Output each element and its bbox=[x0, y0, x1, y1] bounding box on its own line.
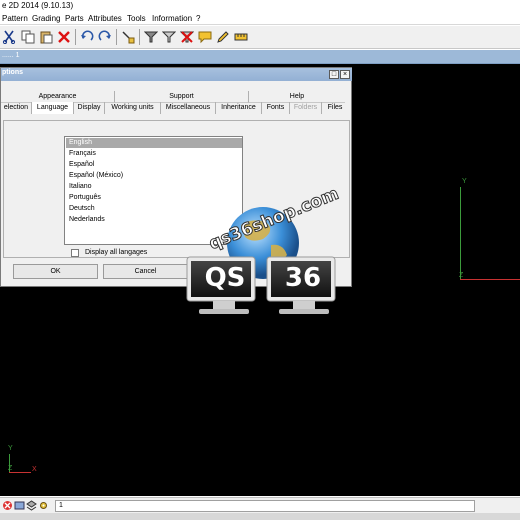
language-option[interactable]: Français bbox=[66, 149, 242, 159]
toolbar bbox=[0, 26, 520, 49]
language-option[interactable]: Español bbox=[66, 160, 242, 170]
tab-miscellaneous[interactable]: Miscellaneous bbox=[161, 102, 216, 114]
window-title-bar: e 2D 2014 (9.10.13) bbox=[0, 0, 520, 12]
tab-files[interactable]: Files bbox=[322, 102, 348, 114]
redo-icon[interactable] bbox=[96, 28, 114, 46]
right-y-axis bbox=[460, 187, 461, 280]
undo-icon[interactable] bbox=[78, 28, 96, 46]
tab-fonts[interactable]: Fonts bbox=[262, 102, 290, 114]
left-x-axis bbox=[9, 472, 31, 473]
menu-parts[interactable]: Parts bbox=[65, 14, 84, 23]
menu-help[interactable]: ? bbox=[196, 14, 200, 23]
right-z-label: Z bbox=[459, 272, 464, 279]
display-all-languages-label: Display all langages bbox=[85, 249, 148, 256]
maximize-button[interactable]: □ bbox=[329, 70, 339, 79]
right-x-axis bbox=[460, 279, 520, 280]
status-settings-icon[interactable] bbox=[38, 500, 49, 511]
cut-icon[interactable] bbox=[0, 28, 18, 46]
tab-selection[interactable]: election bbox=[1, 102, 32, 114]
window-title: e 2D 2014 (9.10.13) bbox=[2, 1, 74, 10]
tab-language[interactable]: Language bbox=[32, 102, 74, 114]
status-tool-icon[interactable] bbox=[14, 500, 25, 511]
left-y-label: Y bbox=[8, 445, 13, 452]
menu-pattern[interactable]: Pattern bbox=[2, 14, 28, 23]
menu-bar: Pattern Grading Parts Attributes Tools I… bbox=[0, 12, 520, 25]
display-all-languages-checkbox[interactable] bbox=[71, 249, 79, 257]
menu-attributes[interactable]: Attributes bbox=[88, 14, 122, 23]
close-button[interactable]: × bbox=[340, 70, 350, 79]
filter-clear-icon[interactable] bbox=[178, 28, 196, 46]
measure-icon[interactable] bbox=[232, 28, 250, 46]
status-value: 1 bbox=[59, 502, 63, 509]
filter-icon[interactable] bbox=[142, 28, 160, 46]
edit-icon[interactable] bbox=[214, 28, 232, 46]
document-tab[interactable]: ...... 1 bbox=[0, 50, 520, 64]
ok-button[interactable]: OK bbox=[13, 264, 98, 279]
options-dialog-titlebar: ptions □ × bbox=[1, 68, 352, 81]
delete-icon[interactable] bbox=[55, 28, 73, 46]
left-z-label: Z bbox=[8, 465, 13, 472]
tab-display[interactable]: Display bbox=[74, 102, 105, 114]
cancel-button[interactable]: Cancel bbox=[103, 264, 188, 279]
status-layers-icon[interactable] bbox=[26, 500, 37, 511]
paste-icon[interactable] bbox=[37, 28, 55, 46]
status-bar: 1 bbox=[0, 497, 520, 513]
status-value-field: 1 bbox=[55, 500, 475, 512]
left-x-label: X bbox=[32, 466, 37, 473]
right-y-label: Y bbox=[462, 178, 467, 185]
language-option[interactable]: Español (México) bbox=[66, 171, 242, 181]
menu-tools[interactable]: Tools bbox=[127, 14, 146, 23]
status-error-icon[interactable] bbox=[2, 500, 13, 511]
filter-alt-icon[interactable] bbox=[160, 28, 178, 46]
language-option[interactable]: Italiano bbox=[66, 182, 242, 192]
language-option[interactable]: English bbox=[66, 138, 242, 148]
watermark-36: 36 bbox=[284, 263, 322, 293]
document-tab-label: ...... 1 bbox=[2, 52, 20, 59]
bottom-strip bbox=[0, 513, 520, 520]
menu-information[interactable]: Information bbox=[152, 14, 192, 23]
watermark-qs: QS bbox=[204, 263, 246, 293]
tab-folders: Folders bbox=[290, 102, 322, 114]
menu-grading[interactable]: Grading bbox=[32, 14, 60, 23]
options-dialog-title: ptions bbox=[2, 69, 23, 76]
lower-tab-row: election Language Display Working units … bbox=[1, 102, 351, 114]
pick-icon[interactable] bbox=[119, 28, 137, 46]
copy-icon[interactable] bbox=[19, 28, 37, 46]
qs36-watermark: qs36shop.com QS 36 bbox=[183, 183, 343, 325]
tab-working-units[interactable]: Working units bbox=[105, 102, 161, 114]
tab-inheritance[interactable]: Inheritance bbox=[216, 102, 262, 114]
comment-icon[interactable] bbox=[196, 28, 214, 46]
